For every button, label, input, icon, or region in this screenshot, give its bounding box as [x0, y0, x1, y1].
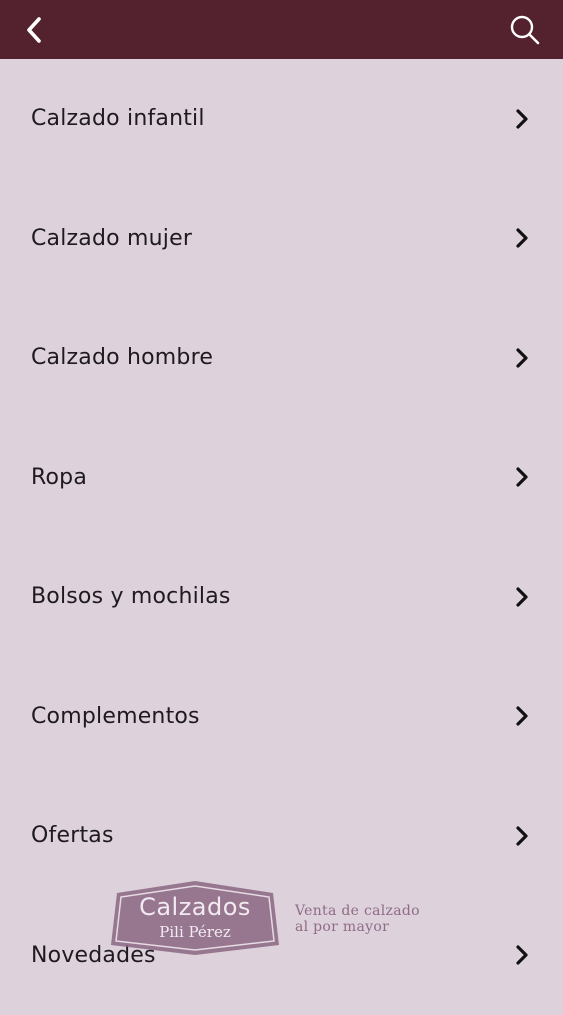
menu-item-label: Ofertas: [31, 823, 114, 848]
search-icon: [509, 14, 541, 46]
chevron-right-icon: [515, 347, 529, 369]
menu-item-calzado-hombre[interactable]: Calzado hombre: [0, 298, 563, 418]
menu-item-ropa[interactable]: Ropa: [0, 418, 563, 538]
back-button[interactable]: [24, 10, 64, 50]
chevron-right-icon: [515, 944, 529, 966]
menu-item-label: Calzado infantil: [31, 106, 205, 131]
search-button[interactable]: [501, 10, 541, 50]
chevron-right-icon: [515, 825, 529, 847]
menu-item-label: Complementos: [31, 704, 200, 729]
menu-item-label: Ropa: [31, 465, 87, 490]
menu-item-ofertas[interactable]: Ofertas: [0, 776, 563, 896]
chevron-right-icon: [515, 586, 529, 608]
menu-item-label: Calzado mujer: [31, 226, 192, 251]
menu-item-bolsos-y-mochilas[interactable]: Bolsos y mochilas: [0, 537, 563, 657]
chevron-right-icon: [515, 108, 529, 130]
chevron-right-icon: [515, 466, 529, 488]
menu-item-label: Calzado hombre: [31, 345, 213, 370]
menu-item-calzado-mujer[interactable]: Calzado mujer: [0, 179, 563, 299]
chevron-right-icon: [515, 227, 529, 249]
chevron-right-icon: [515, 705, 529, 727]
menu-item-calzado-infantil[interactable]: Calzado infantil: [0, 59, 563, 179]
category-menu: Calzado infantil Calzado mujer Calzado h…: [0, 59, 563, 1015]
chevron-left-icon: [24, 16, 44, 44]
menu-item-complementos[interactable]: Complementos: [0, 657, 563, 777]
menu-item-label: Bolsos y mochilas: [31, 584, 231, 609]
top-app-bar: [0, 0, 563, 59]
menu-item-label: Novedades: [31, 943, 156, 968]
menu-item-novedades[interactable]: Novedades: [0, 896, 563, 1015]
